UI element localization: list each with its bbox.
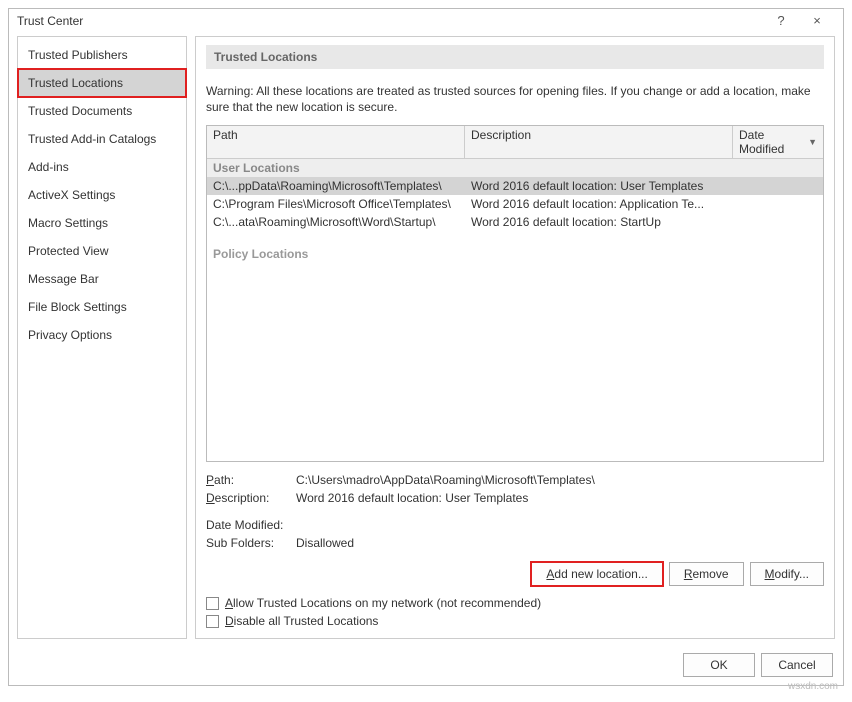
- table-row[interactable]: C:\Program Files\Microsoft Office\Templa…: [207, 195, 823, 213]
- sidebar-item-trusted-locations[interactable]: Trusted Locations: [18, 69, 186, 97]
- detail-path-label: Path:: [206, 472, 296, 489]
- sidebar-item-trusted-addin-catalogs[interactable]: Trusted Add-in Catalogs: [18, 125, 186, 153]
- locations-buttons: Add new location... Remove Modify...: [206, 562, 824, 586]
- cell-path: C:\Program Files\Microsoft Office\Templa…: [207, 196, 465, 212]
- column-path[interactable]: Path: [207, 126, 465, 158]
- sidebar-item-protected-view[interactable]: Protected View: [18, 237, 186, 265]
- modify-button[interactable]: Modify...: [750, 562, 824, 586]
- sort-arrow-icon: ▼: [808, 137, 817, 147]
- cell-date: [733, 214, 823, 230]
- cell-desc: Word 2016 default location: StartUp: [465, 214, 733, 230]
- add-new-location-button[interactable]: Add new location...: [531, 562, 662, 586]
- sidebar-item-addins[interactable]: Add-ins: [18, 153, 186, 181]
- table-row[interactable]: C:\...ata\Roaming\Microsoft\Word\Startup…: [207, 213, 823, 231]
- sidebar-item-activex-settings[interactable]: ActiveX Settings: [18, 181, 186, 209]
- detail-sub-label: Sub Folders:: [206, 535, 296, 552]
- detail-sub-value: Disallowed: [296, 535, 354, 552]
- dialog-body: Trusted Publishers Trusted Locations Tru…: [9, 36, 843, 645]
- dialog-footer: OK Cancel: [9, 645, 843, 685]
- cell-desc: Word 2016 default location: Application …: [465, 196, 733, 212]
- cell-date: [733, 178, 823, 194]
- cell-path: C:\...ata\Roaming\Microsoft\Word\Startup…: [207, 214, 465, 230]
- sidebar-item-file-block-settings[interactable]: File Block Settings: [18, 293, 186, 321]
- close-button[interactable]: ×: [799, 13, 835, 28]
- cell-path: C:\...ppData\Roaming\Microsoft\Templates…: [207, 178, 465, 194]
- grid-header: Path Description Date Modified ▼: [207, 126, 823, 159]
- main-panel: Trusted Locations Warning: All these loc…: [195, 36, 835, 639]
- group-policy-locations: Policy Locations: [207, 231, 823, 267]
- sidebar-item-trusted-documents[interactable]: Trusted Documents: [18, 97, 186, 125]
- disable-all-row[interactable]: Disable all Trusted Locations: [206, 612, 824, 630]
- cell-desc: Word 2016 default location: User Templat…: [465, 178, 733, 194]
- ok-button[interactable]: OK: [683, 653, 755, 677]
- trust-center-dialog: Trust Center ? × Trusted Publishers Trus…: [8, 8, 844, 686]
- sidebar-item-privacy-options[interactable]: Privacy Options: [18, 321, 186, 349]
- window-title: Trust Center: [17, 14, 763, 28]
- detail-date-label: Date Modified:: [206, 517, 296, 534]
- column-description[interactable]: Description: [465, 126, 733, 158]
- column-date-label: Date Modified: [739, 128, 808, 156]
- sidebar: Trusted Publishers Trusted Locations Tru…: [17, 36, 187, 639]
- section-title: Trusted Locations: [206, 45, 824, 69]
- details-panel: Path: C:\Users\madro\AppData\Roaming\Mic…: [206, 462, 824, 552]
- watermark: wsxdn.com: [788, 681, 838, 692]
- detail-desc-value: Word 2016 default location: User Templat…: [296, 490, 528, 507]
- titlebar: Trust Center ? ×: [9, 9, 843, 36]
- sidebar-item-macro-settings[interactable]: Macro Settings: [18, 209, 186, 237]
- disable-all-checkbox[interactable]: [206, 615, 219, 628]
- cell-date: [733, 196, 823, 212]
- help-button[interactable]: ?: [763, 13, 799, 28]
- allow-network-checkbox[interactable]: [206, 597, 219, 610]
- cancel-button[interactable]: Cancel: [761, 653, 833, 677]
- group-user-locations: User Locations: [207, 159, 823, 177]
- locations-grid: Path Description Date Modified ▼ User Lo…: [206, 125, 824, 462]
- column-date-modified[interactable]: Date Modified ▼: [733, 126, 823, 158]
- detail-desc-label: Description:: [206, 490, 296, 507]
- warning-text: Warning: All these locations are treated…: [206, 83, 824, 115]
- table-row[interactable]: C:\...ppData\Roaming\Microsoft\Templates…: [207, 177, 823, 195]
- allow-network-row[interactable]: Allow Trusted Locations on my network (n…: [206, 594, 824, 612]
- grid-body-spacer: Policy Locations: [207, 231, 823, 461]
- detail-path-value: C:\Users\madro\AppData\Roaming\Microsoft…: [296, 472, 595, 489]
- disable-all-label: Disable all Trusted Locations: [225, 614, 378, 628]
- sidebar-item-message-bar[interactable]: Message Bar: [18, 265, 186, 293]
- remove-button[interactable]: Remove: [669, 562, 744, 586]
- allow-network-label: Allow Trusted Locations on my network (n…: [225, 596, 541, 610]
- sidebar-item-trusted-publishers[interactable]: Trusted Publishers: [18, 41, 186, 69]
